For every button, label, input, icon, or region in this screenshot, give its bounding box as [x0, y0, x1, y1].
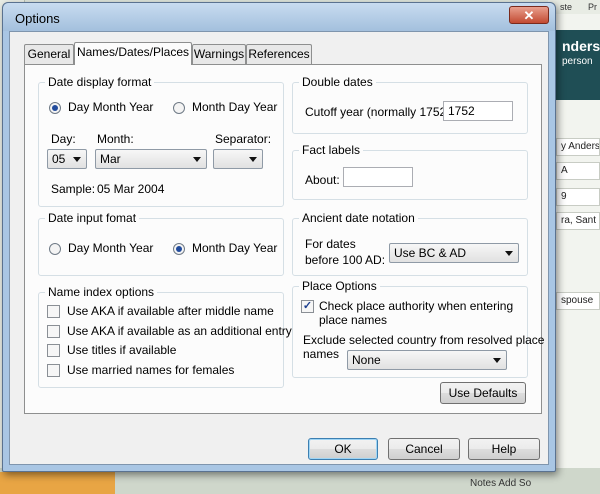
exclude-country-label-line2: names: [303, 347, 340, 361]
place-options-title: Place Options: [299, 279, 380, 293]
name-index-group: Name index options Use AKA if available …: [38, 285, 292, 388]
double-dates-title: Double dates: [299, 75, 376, 89]
chevron-down-icon: [505, 251, 513, 256]
married-names-label: Use married names for females: [67, 363, 235, 377]
exclude-country-value: None: [352, 353, 381, 367]
about-input[interactable]: [343, 167, 413, 187]
chevron-down-icon: [193, 157, 201, 162]
day-label: Day:: [51, 132, 76, 146]
bg-bottom-text: Notes Add So: [470, 478, 532, 489]
date-display-dmy-label: Day Month Year: [68, 100, 154, 114]
exclude-country-select[interactable]: None: [347, 350, 507, 370]
day-value: 05: [52, 152, 66, 166]
use-titles-label: Use titles if available: [67, 343, 177, 357]
exclude-country-label-line1: Exclude selected country from resolved p…: [303, 333, 545, 347]
use-defaults-button[interactable]: Use Defaults: [440, 382, 526, 404]
date-display-group: Date display format Day Month Year Month…: [38, 75, 284, 207]
background-bottom-accent: [0, 472, 115, 494]
day-select[interactable]: 05: [47, 149, 87, 169]
aka-additional-entry-label: Use AKA if available as an additional en…: [67, 324, 292, 338]
background-person-header: nderso person: [556, 30, 600, 100]
about-label: About:: [305, 173, 340, 187]
bg-person-sub: person: [562, 56, 593, 67]
options-dialog: Options ✕ General Names/Dates/Places War…: [2, 2, 556, 472]
tab-general[interactable]: General: [24, 44, 74, 64]
chevron-down-icon: [493, 358, 501, 363]
date-display-dmy-radio[interactable]: [49, 102, 61, 114]
before-100ad-label: before 100 AD:: [305, 253, 386, 267]
dialog-client-area: General Names/Dates/Places Warnings Refe…: [9, 31, 549, 465]
ancient-notation-select[interactable]: Use BC & AD: [389, 243, 519, 263]
aka-additional-entry-checkbox[interactable]: [47, 325, 60, 338]
ancient-date-group: Ancient date notation For dates before 1…: [292, 211, 528, 276]
aka-after-middle-checkbox[interactable]: [47, 305, 60, 318]
bg-strip: spouse: [556, 292, 600, 310]
bg-strip: ra, Sant: [556, 212, 600, 230]
date-input-title: Date input fomat: [45, 211, 140, 225]
help-button[interactable]: Help: [468, 438, 540, 460]
fact-labels-group: Fact labels About:: [292, 143, 528, 200]
separator-label: Separator:: [215, 132, 272, 146]
check-place-authority-checkbox[interactable]: ✓: [301, 300, 314, 313]
bg-strip: A: [556, 162, 600, 180]
date-input-dmy-label: Day Month Year: [68, 241, 154, 255]
date-display-mdy-radio[interactable]: [173, 102, 185, 114]
aka-after-middle-label: Use AKA if available after middle name: [67, 304, 274, 318]
ok-button[interactable]: OK: [308, 438, 378, 460]
ancient-notation-value: Use BC & AD: [394, 246, 467, 260]
chevron-down-icon: [73, 157, 81, 162]
month-label: Month:: [97, 132, 134, 146]
tab-names-dates-places[interactable]: Names/Dates/Places: [74, 42, 192, 65]
date-input-dmy-radio[interactable]: [49, 243, 61, 255]
sample-value: 05 Mar 2004: [97, 182, 165, 196]
chevron-down-icon: [249, 157, 257, 162]
dialog-title: Options: [15, 11, 60, 26]
tab-warnings[interactable]: Warnings: [192, 44, 246, 64]
name-index-title: Name index options: [45, 285, 158, 299]
dialog-titlebar[interactable]: Options ✕: [3, 3, 555, 31]
cancel-button[interactable]: Cancel: [388, 438, 460, 460]
close-button[interactable]: ✕: [509, 6, 549, 24]
married-names-checkbox[interactable]: [47, 364, 60, 377]
date-input-mdy-label: Month Day Year: [192, 241, 278, 255]
date-input-mdy-radio[interactable]: [173, 243, 185, 255]
check-place-authority-label-line1: Check place authority when entering: [319, 299, 514, 313]
date-input-group: Date input fomat Day Month Year Month Da…: [38, 211, 284, 276]
sample-label: Sample:: [51, 182, 96, 196]
double-dates-group: Double dates Cutoff year (normally 1752)…: [292, 75, 528, 134]
bg-strip: 9: [556, 188, 600, 206]
check-place-authority-label-line2: place names: [319, 313, 388, 327]
month-select[interactable]: Mar: [95, 149, 207, 169]
close-icon: ✕: [523, 8, 535, 23]
bg-person-name: nderso: [562, 38, 600, 54]
checkmark-icon: ✓: [302, 300, 313, 312]
ancient-date-title: Ancient date notation: [299, 211, 418, 225]
for-dates-label: For dates: [305, 237, 356, 251]
place-options-group: Place Options ✓ Check place authority wh…: [292, 279, 544, 378]
date-display-mdy-label: Month Day Year: [192, 100, 278, 114]
bg-strip: y Anders: [556, 138, 600, 156]
bg-toolbar-text: ste: [560, 2, 573, 12]
use-titles-checkbox[interactable]: [47, 344, 60, 357]
month-value: Mar: [100, 152, 121, 166]
bg-toolbar-text: Pr: [588, 2, 597, 12]
cutoff-year-input[interactable]: 1752: [443, 101, 513, 121]
date-display-title: Date display format: [45, 75, 155, 89]
fact-labels-title: Fact labels: [299, 143, 364, 157]
separator-select[interactable]: [213, 149, 263, 169]
tab-references[interactable]: References: [246, 44, 312, 64]
cutoff-year-label: Cutoff year (normally 1752):: [305, 105, 454, 119]
